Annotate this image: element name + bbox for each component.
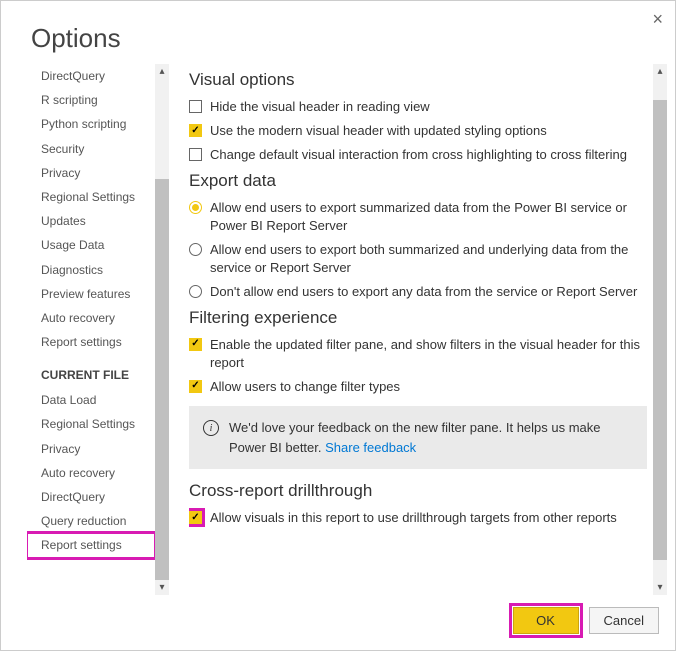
sidebar-item-directquery-file[interactable]: DirectQuery — [27, 485, 155, 509]
sidebar-item-r-scripting[interactable]: R scripting — [27, 88, 155, 112]
radio-icon[interactable] — [189, 285, 202, 298]
scrollbar-track[interactable] — [155, 79, 169, 179]
sidebar-wrap: DirectQuery R scripting Python scripting… — [27, 64, 169, 595]
option-label: Allow visuals in this report to use dril… — [210, 509, 647, 527]
sidebar: DirectQuery R scripting Python scripting… — [27, 64, 155, 595]
checkbox-icon[interactable] — [189, 100, 202, 113]
export-data-heading: Export data — [189, 171, 647, 191]
close-icon[interactable]: × — [652, 9, 663, 30]
sidebar-item-data-load[interactable]: Data Load — [27, 388, 155, 412]
sidebar-item-auto-recovery[interactable]: Auto recovery — [27, 306, 155, 330]
sidebar-item-report-settings-file[interactable]: Report settings — [27, 533, 155, 557]
sidebar-scrollbar[interactable]: ▴ ▾ — [155, 64, 169, 595]
chevron-up-icon[interactable]: ▴ — [657, 64, 662, 79]
scrollbar-thumb[interactable] — [155, 179, 169, 580]
scrollbar-thumb[interactable] — [653, 100, 667, 560]
option-hide-visual-header[interactable]: Hide the visual header in reading view — [189, 98, 647, 116]
content-scrollbar[interactable]: ▴ ▾ — [653, 64, 667, 595]
sidebar-item-directquery[interactable]: DirectQuery — [27, 64, 155, 88]
feedback-panel: i We'd love your feedback on the new fil… — [189, 406, 647, 469]
option-label: Don't allow end users to export any data… — [210, 283, 647, 301]
option-cross-report-drillthrough[interactable]: Allow visuals in this report to use dril… — [189, 509, 647, 527]
dialog-footer: OK Cancel — [1, 595, 675, 650]
info-icon: i — [203, 420, 219, 436]
option-label: Change default visual interaction from c… — [210, 146, 647, 164]
checkbox-checked-icon[interactable] — [189, 338, 202, 351]
option-export-summarized[interactable]: Allow end users to export summarized dat… — [189, 199, 647, 235]
checkbox-checked-icon[interactable] — [189, 511, 202, 524]
option-label: Allow users to change filter types — [210, 378, 647, 396]
checkbox-icon[interactable] — [189, 148, 202, 161]
option-export-both[interactable]: Allow end users to export both summarize… — [189, 241, 647, 277]
sidebar-item-query-reduction[interactable]: Query reduction — [27, 509, 155, 533]
filtering-heading: Filtering experience — [189, 308, 647, 328]
dialog-body: DirectQuery R scripting Python scripting… — [1, 64, 675, 595]
sidebar-item-usage-data[interactable]: Usage Data — [27, 233, 155, 257]
checkbox-checked-icon[interactable] — [189, 380, 202, 393]
option-label: Allow end users to export both summarize… — [210, 241, 647, 277]
sidebar-item-regional-settings-file[interactable]: Regional Settings — [27, 412, 155, 436]
sidebar-item-regional-settings[interactable]: Regional Settings — [27, 185, 155, 209]
visual-options-heading: Visual options — [189, 70, 647, 90]
option-label: Hide the visual header in reading view — [210, 98, 647, 116]
share-feedback-link[interactable]: Share feedback — [325, 440, 416, 455]
dialog-title: Options — [1, 1, 675, 64]
cancel-button[interactable]: Cancel — [589, 607, 659, 634]
option-enable-filter-pane[interactable]: Enable the updated filter pane, and show… — [189, 336, 647, 372]
option-modern-visual-header[interactable]: Use the modern visual header with update… — [189, 122, 647, 140]
feedback-text: We'd love your feedback on the new filte… — [229, 418, 633, 457]
option-label: Use the modern visual header with update… — [210, 122, 647, 140]
option-export-none[interactable]: Don't allow end users to export any data… — [189, 283, 647, 301]
cross-report-heading: Cross-report drillthrough — [189, 481, 647, 501]
checkbox-checked-icon[interactable] — [189, 124, 202, 137]
sidebar-item-security[interactable]: Security — [27, 137, 155, 161]
sidebar-item-updates[interactable]: Updates — [27, 209, 155, 233]
sidebar-section-current-file: CURRENT FILE — [27, 354, 155, 388]
chevron-down-icon[interactable]: ▾ — [159, 580, 164, 595]
sidebar-item-auto-recovery-file[interactable]: Auto recovery — [27, 461, 155, 485]
options-dialog: × Options DirectQuery R scripting Python… — [0, 0, 676, 651]
sidebar-item-report-settings-global[interactable]: Report settings — [27, 330, 155, 354]
option-label: Allow end users to export summarized dat… — [210, 199, 647, 235]
content-pane: Visual options Hide the visual header in… — [189, 64, 653, 595]
sidebar-item-privacy-file[interactable]: Privacy — [27, 437, 155, 461]
radio-selected-icon[interactable] — [189, 201, 202, 214]
chevron-up-icon[interactable]: ▴ — [159, 64, 164, 79]
sidebar-item-diagnostics[interactable]: Diagnostics — [27, 258, 155, 282]
radio-icon[interactable] — [189, 243, 202, 256]
option-change-filter-types[interactable]: Allow users to change filter types — [189, 378, 647, 396]
sidebar-item-privacy[interactable]: Privacy — [27, 161, 155, 185]
content-wrap: Visual options Hide the visual header in… — [169, 64, 675, 595]
option-cross-filtering[interactable]: Change default visual interaction from c… — [189, 146, 647, 164]
ok-button[interactable]: OK — [513, 607, 579, 634]
chevron-down-icon[interactable]: ▾ — [657, 580, 662, 595]
sidebar-item-preview-features[interactable]: Preview features — [27, 282, 155, 306]
sidebar-item-python-scripting[interactable]: Python scripting — [27, 112, 155, 136]
option-label: Enable the updated filter pane, and show… — [210, 336, 647, 372]
